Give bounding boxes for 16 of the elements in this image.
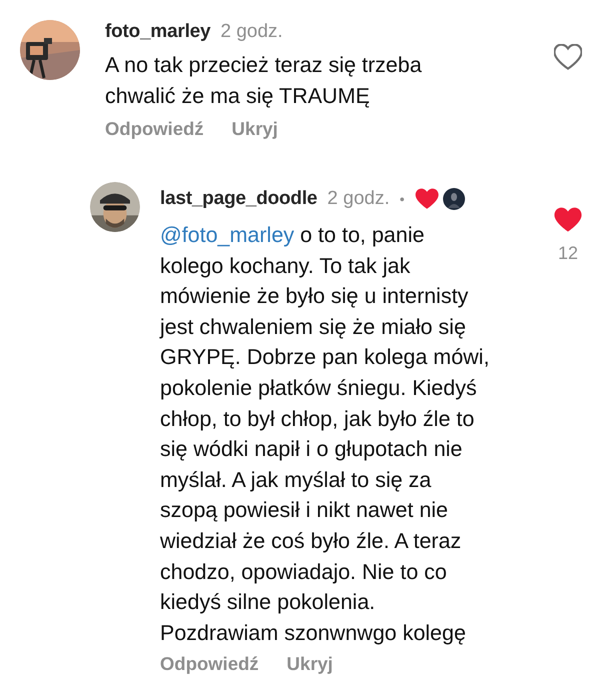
comment-text: @foto_marley o to to, panie kolego kochany. To tak jak mówienie że było się u internisty jest chwaleniem się że miało się GRYPĘ. Dobrze pan kolega mówi, pokolenie płatków śniegu. Kiedyś chłop, to był chłop, jak było źle to się wódki napił i o głupotach nie myślał. A jak myślał to się za szopą powiesił i nikt nawet nie wiedział że coś było źle. A teraz chodzo, opowiadajo. Nie to co kiedyś silne pokolenia. Pozdrawiam szonwnwgo kolegę — [160, 222, 490, 647]
timestamp: 2 godz. — [220, 21, 283, 43]
timestamp: 2 godz. — [327, 188, 390, 210]
separator-dot: • — [400, 191, 405, 207]
heart-icon[interactable] — [554, 44, 582, 70]
comment-text: A no tak przecież teraz się trzeba chwalić że ma się TRAUMĘ — [105, 52, 423, 110]
like-count: 12 — [558, 243, 578, 264]
reply-button[interactable]: Odpowiedź — [160, 653, 259, 676]
reply-button[interactable]: Odpowiedź — [105, 118, 204, 140]
heart-icon[interactable] — [554, 207, 582, 233]
username[interactable]: foto_marley — [105, 21, 211, 43]
hide-button[interactable]: Ukryj — [232, 118, 278, 140]
hide-button[interactable]: Ukryj — [286, 653, 333, 676]
username[interactable]: last_page_doodle — [160, 188, 318, 210]
mention-link[interactable]: @foto_marley — [160, 223, 294, 247]
avatar-icon — [442, 188, 465, 210]
